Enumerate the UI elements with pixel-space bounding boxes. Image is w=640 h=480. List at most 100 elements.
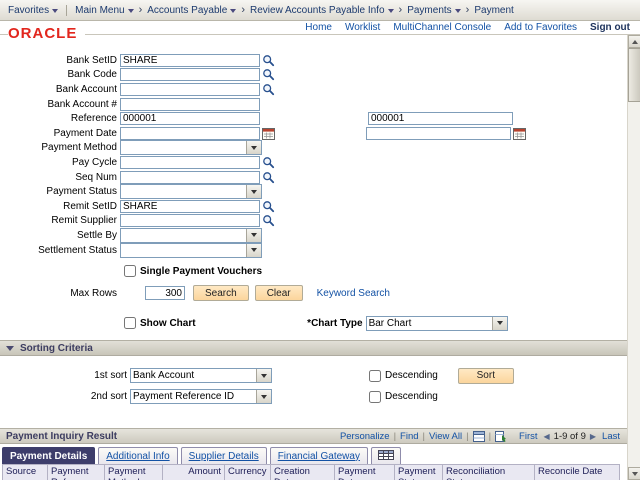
lookup-icon[interactable] xyxy=(262,156,275,169)
second-sort-value: Payment Reference ID xyxy=(133,391,255,402)
bank-account-input[interactable] xyxy=(120,83,260,96)
tab-label: Supplier Details xyxy=(189,451,259,462)
first-sort-select[interactable]: Bank Account xyxy=(130,368,272,383)
bank-setid-label: Bank SetID xyxy=(0,55,120,66)
tab-label: Additional Info xyxy=(106,451,169,462)
home-link[interactable]: Home xyxy=(305,22,332,33)
breadcrumb-label: Accounts Payable xyxy=(147,5,227,16)
scroll-down-button[interactable] xyxy=(628,467,640,480)
breadcrumb-main-menu[interactable]: Main Menu xyxy=(75,5,133,16)
payment-date-label: Payment Date xyxy=(0,128,120,139)
favorites-menu[interactable]: Favorites xyxy=(8,5,58,16)
lookup-icon[interactable] xyxy=(262,83,275,96)
oracle-logo: ORACLE xyxy=(8,24,85,44)
scroll-up-icon xyxy=(632,40,638,44)
seq-num-input[interactable] xyxy=(120,171,260,184)
collapse-section-icon[interactable] xyxy=(6,346,14,351)
search-button[interactable]: Search xyxy=(193,285,249,301)
scrollbar-thumb[interactable] xyxy=(628,48,640,102)
find-link[interactable]: Find xyxy=(400,431,418,442)
tab-additional-info[interactable]: Additional Info xyxy=(98,447,177,464)
breadcrumb-separator-icon xyxy=(394,4,408,16)
bank-setid-input[interactable] xyxy=(120,54,260,67)
chart-type-select[interactable]: Bar Chart xyxy=(366,316,508,331)
payment-date-to-input[interactable] xyxy=(366,127,511,140)
sort-button[interactable]: Sort xyxy=(458,368,514,384)
result-table-header: Source Payment Reference ID Payment Meth… xyxy=(2,464,627,480)
tab-payment-details[interactable]: Payment Details xyxy=(2,447,95,464)
chevron-down-icon xyxy=(52,9,58,13)
single-payment-vouchers-checkbox[interactable] xyxy=(124,265,136,277)
favorites-label: Favorites xyxy=(8,5,49,16)
remit-setid-input[interactable] xyxy=(120,200,260,213)
reference-to-input[interactable] xyxy=(368,112,513,125)
remit-supplier-label: Remit Supplier xyxy=(0,215,120,226)
tab-supplier-details[interactable]: Supplier Details xyxy=(181,447,267,464)
add-to-favorites-link[interactable]: Add to Favorites xyxy=(504,22,577,33)
bank-account-num-input[interactable] xyxy=(120,98,260,111)
settlement-status-select[interactable] xyxy=(120,243,262,258)
worklist-link[interactable]: Worklist xyxy=(345,22,380,33)
settlement-status-label: Settlement Status xyxy=(0,245,120,256)
next-page-icon[interactable]: ▶ xyxy=(590,432,596,441)
breadcrumb-label: Payments xyxy=(407,5,451,16)
settle-by-label: Settle By xyxy=(0,230,120,241)
view-all-link[interactable]: View All xyxy=(429,431,462,442)
clear-button[interactable]: Clear xyxy=(255,285,303,301)
column-header-payment-reference-id: Payment Reference ID xyxy=(48,464,105,480)
grid-columns-icon xyxy=(378,450,394,463)
show-all-columns-tab[interactable] xyxy=(371,447,401,464)
keyword-search-link[interactable]: Keyword Search xyxy=(317,288,390,299)
multichannel-console-link[interactable]: MultiChannel Console xyxy=(393,22,491,33)
breadcrumb-separator-icon xyxy=(236,4,250,16)
pay-cycle-input[interactable] xyxy=(120,156,260,169)
download-grid-icon[interactable] xyxy=(495,431,507,442)
first-page-link[interactable]: First xyxy=(519,431,537,442)
lookup-icon[interactable] xyxy=(262,200,275,213)
bank-code-input[interactable] xyxy=(120,68,260,81)
sorting-criteria-title: Sorting Criteria xyxy=(20,343,93,354)
remit-supplier-input[interactable] xyxy=(120,214,260,227)
toolbar-divider xyxy=(390,431,400,442)
previous-page-icon[interactable]: ◀ xyxy=(544,432,550,441)
breadcrumb-accounts-payable[interactable]: Accounts Payable xyxy=(147,5,236,16)
lookup-icon[interactable] xyxy=(262,214,275,227)
breadcrumb-label: Main Menu xyxy=(75,5,124,16)
first-sort-descending-checkbox[interactable] xyxy=(369,370,381,382)
zoom-grid-icon[interactable] xyxy=(473,431,485,442)
lookup-icon[interactable] xyxy=(262,68,275,81)
vertical-scrollbar[interactable] xyxy=(627,35,640,480)
main-content: Bank SetID Bank Code Bank Account Bank A… xyxy=(0,46,627,480)
lookup-icon[interactable] xyxy=(262,54,275,67)
chevron-down-icon xyxy=(256,390,271,403)
calendar-icon[interactable] xyxy=(513,127,526,140)
payment-status-label: Payment Status xyxy=(0,186,120,197)
payment-date-from-input[interactable] xyxy=(120,127,260,140)
breadcrumb-payments[interactable]: Payments xyxy=(407,5,460,16)
calendar-icon[interactable] xyxy=(262,127,275,140)
first-sort-value: Bank Account xyxy=(133,370,255,381)
second-sort-select[interactable]: Payment Reference ID xyxy=(130,389,272,404)
lookup-icon[interactable] xyxy=(262,171,275,184)
tab-financial-gateway[interactable]: Financial Gateway xyxy=(270,447,368,464)
reference-from-input[interactable] xyxy=(120,112,260,125)
scroll-down-icon xyxy=(632,472,638,476)
scroll-up-button[interactable] xyxy=(628,35,640,48)
breadcrumb-review-ap-info[interactable]: Review Accounts Payable Info xyxy=(250,5,394,16)
show-chart-checkbox[interactable] xyxy=(124,317,136,329)
sign-out-link[interactable]: Sign out xyxy=(590,22,630,33)
last-page-link[interactable]: Last xyxy=(602,431,620,442)
payment-method-label: Payment Method xyxy=(0,142,120,153)
max-rows-input[interactable] xyxy=(145,286,185,300)
settle-by-select[interactable] xyxy=(120,228,262,243)
chevron-down-icon xyxy=(246,185,261,198)
payment-inquiry-page: Favorites Main Menu Accounts Payable Rev… xyxy=(0,0,640,480)
column-header-reconcile-date: Reconcile Date xyxy=(535,464,620,480)
payment-status-select[interactable] xyxy=(120,184,262,199)
header-links: Home Worklist MultiChannel Console Add t… xyxy=(292,22,630,33)
payment-method-select[interactable] xyxy=(120,140,262,155)
personalize-link[interactable]: Personalize xyxy=(340,431,390,442)
grid-toolbar: Personalize Find View All First ◀ 1-9 of… xyxy=(340,431,622,442)
column-header-payment-status: Payment Status xyxy=(395,464,443,480)
second-sort-descending-checkbox[interactable] xyxy=(369,391,381,403)
